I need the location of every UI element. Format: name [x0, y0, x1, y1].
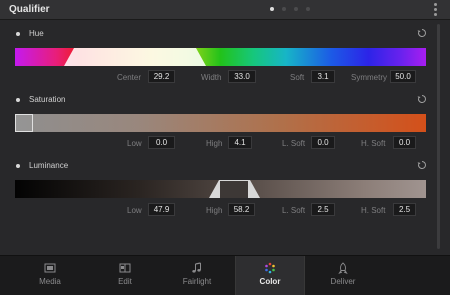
lum-hsoft-field[interactable]: 2.5 [393, 203, 416, 216]
sat-hsoft-field[interactable]: 0.0 [393, 136, 416, 149]
tab-media-label: Media [39, 277, 61, 286]
lum-hsoft-label: H. Soft [361, 206, 386, 215]
sat-high-label: High [206, 139, 223, 148]
bullet-icon [16, 31, 20, 36]
sat-lsoft-field[interactable]: 0.0 [311, 136, 335, 149]
edit-icon [119, 263, 131, 273]
hue-soft-field[interactable]: 3.1 [311, 70, 335, 83]
hue-center-field[interactable]: 29.2 [148, 70, 175, 83]
tab-color[interactable]: Color [235, 256, 305, 295]
saturation-selection-handle[interactable] [15, 114, 33, 132]
sat-hsoft-label: H. Soft [361, 139, 386, 148]
luminance-label: Luminance [29, 161, 69, 170]
color-icon [265, 262, 275, 274]
vertical-scrollbar[interactable] [437, 24, 440, 249]
tab-color-label: Color [259, 277, 281, 286]
page-navigation-bar: Media Edit Fairlight Color Deliver [0, 255, 450, 295]
lum-high-field[interactable]: 58.2 [228, 203, 255, 216]
hue-reset-icon[interactable] [417, 28, 427, 38]
page-dot-4[interactable] [306, 7, 310, 11]
sat-low-label: Low [127, 139, 142, 148]
tab-fairlight[interactable]: Fairlight [162, 256, 232, 295]
hue-section-label: Hue [16, 29, 44, 38]
lum-right-soft-handle[interactable] [249, 180, 260, 198]
panel-title: Qualifier [9, 4, 50, 15]
bullet-icon [16, 97, 20, 102]
saturation-label: Saturation [29, 95, 66, 104]
media-icon [44, 263, 56, 273]
hue-symmetry-label: Symmetry [351, 73, 387, 82]
lum-lsoft-label: L. Soft [282, 206, 306, 215]
deliver-icon [338, 262, 348, 274]
hue-right-soft-handle[interactable] [196, 48, 206, 66]
page-dot-3[interactable] [294, 7, 298, 11]
tab-edit[interactable]: Edit [90, 256, 160, 295]
page-dot-1[interactable] [270, 7, 274, 11]
hue-symmetry-field[interactable]: 50.0 [390, 70, 416, 83]
panel-header: Qualifier [0, 0, 450, 20]
tab-edit-label: Edit [118, 277, 132, 286]
luminance-section-label: Luminance [16, 161, 68, 170]
hue-selection-window[interactable] [74, 48, 196, 66]
tab-deliver[interactable]: Deliver [308, 256, 378, 295]
qualifier-panel: Qualifier Hue Center 29.2 Width 33.0 Sof… [0, 0, 450, 255]
lum-lsoft-field[interactable]: 2.5 [311, 203, 335, 216]
hue-label: Hue [29, 29, 44, 38]
hue-left-soft-handle[interactable] [64, 48, 74, 66]
lum-high-label: High [206, 206, 223, 215]
sat-low-field[interactable]: 0.0 [148, 136, 175, 149]
luminance-reset-icon[interactable] [417, 160, 427, 170]
hue-width-label: Width [201, 73, 222, 82]
hue-width-field[interactable]: 33.0 [228, 70, 256, 83]
hue-soft-label: Soft [290, 73, 305, 82]
fairlight-icon [192, 262, 201, 273]
options-menu-icon[interactable] [434, 3, 438, 18]
luminance-selection-window[interactable] [219, 180, 249, 198]
saturation-reset-icon[interactable] [417, 94, 427, 104]
page-indicator [270, 7, 310, 11]
lum-low-field[interactable]: 47.9 [148, 203, 175, 216]
tab-fairlight-label: Fairlight [182, 277, 212, 286]
tab-deliver-label: Deliver [330, 277, 356, 286]
sat-high-field[interactable]: 4.1 [228, 136, 252, 149]
lum-low-label: Low [127, 206, 142, 215]
saturation-section-label: Saturation [16, 95, 65, 104]
saturation-range-bar[interactable] [15, 114, 426, 132]
hue-center-label: Center [117, 73, 142, 82]
bullet-icon [16, 163, 20, 168]
page-dot-2[interactable] [282, 7, 286, 11]
sat-lsoft-label: L. Soft [282, 139, 306, 148]
tab-media[interactable]: Media [15, 256, 85, 295]
